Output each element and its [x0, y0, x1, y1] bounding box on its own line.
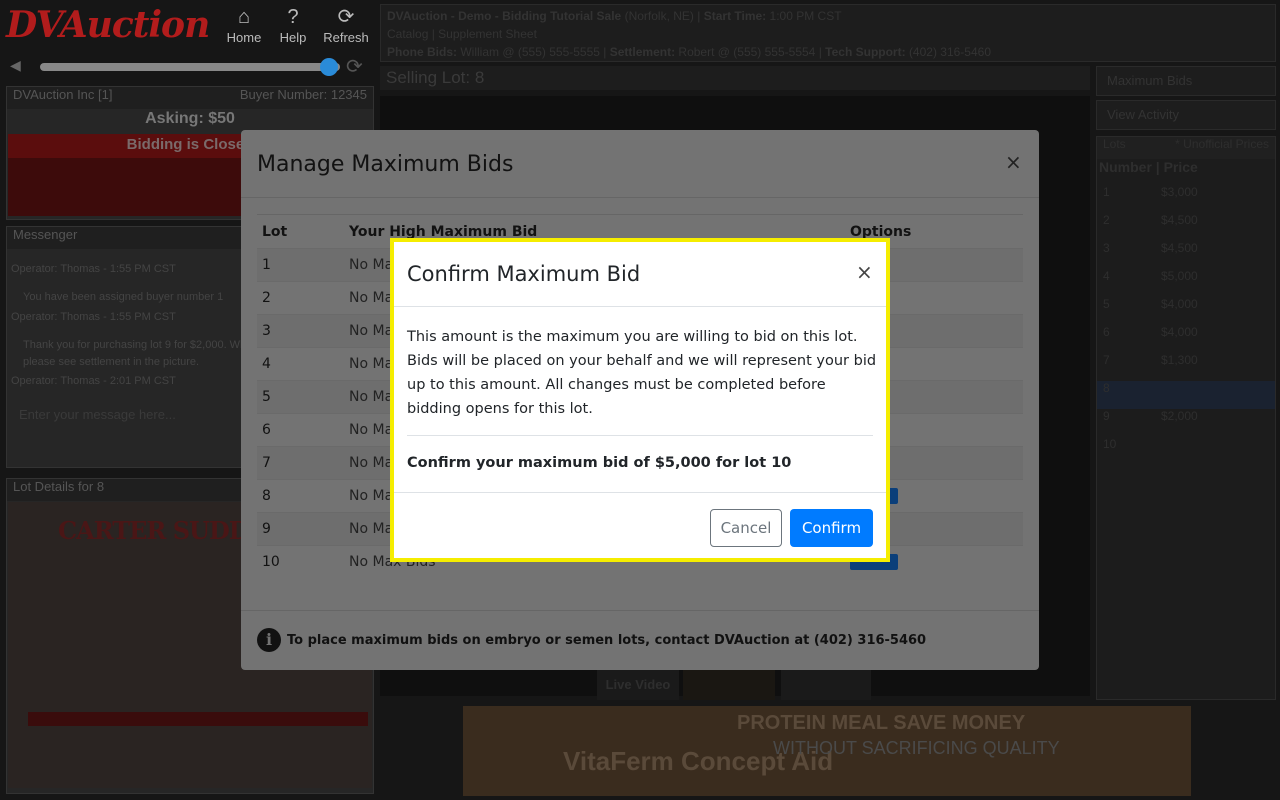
modal-title: Manage Maximum Bids [257, 152, 514, 177]
lot-cell: 3 [257, 314, 344, 348]
header-lot: Lot [257, 214, 344, 249]
lot-cell: 9 [257, 512, 344, 546]
lot-cell: 5 [257, 380, 344, 414]
info-icon: i [257, 628, 281, 652]
confirm-max-bid-dialog: Confirm Maximum Bid × This amount is the… [390, 238, 890, 562]
auction-app: DVAuction ⌂ Home ? Help ⟳ Refresh ◀ ⟳ DV… [0, 0, 1280, 800]
info-text: To place maximum bids on embryo or semen… [287, 632, 927, 648]
confirm-amount-text: Confirm your maximum bid of $5,000 for l… [407, 455, 792, 471]
cancel-button[interactable]: Cancel [710, 509, 782, 547]
lot-cell: 6 [257, 413, 344, 447]
confirm-body: This amount is the maximum you are willi… [407, 329, 877, 417]
info-note: i To place maximum bids on embryo or sem… [257, 628, 926, 652]
lot-cell: 2 [257, 281, 344, 315]
close-icon[interactable]: × [856, 260, 873, 284]
confirm-button[interactable]: Confirm [790, 509, 873, 547]
lot-cell: 8 [257, 479, 344, 513]
close-icon[interactable]: × [1005, 150, 1022, 174]
lot-cell: 7 [257, 446, 344, 480]
lot-cell: 10 [257, 545, 344, 579]
confirm-title: Confirm Maximum Bid [407, 262, 641, 286]
lot-cell: 1 [257, 248, 344, 282]
lot-cell: 4 [257, 347, 344, 381]
